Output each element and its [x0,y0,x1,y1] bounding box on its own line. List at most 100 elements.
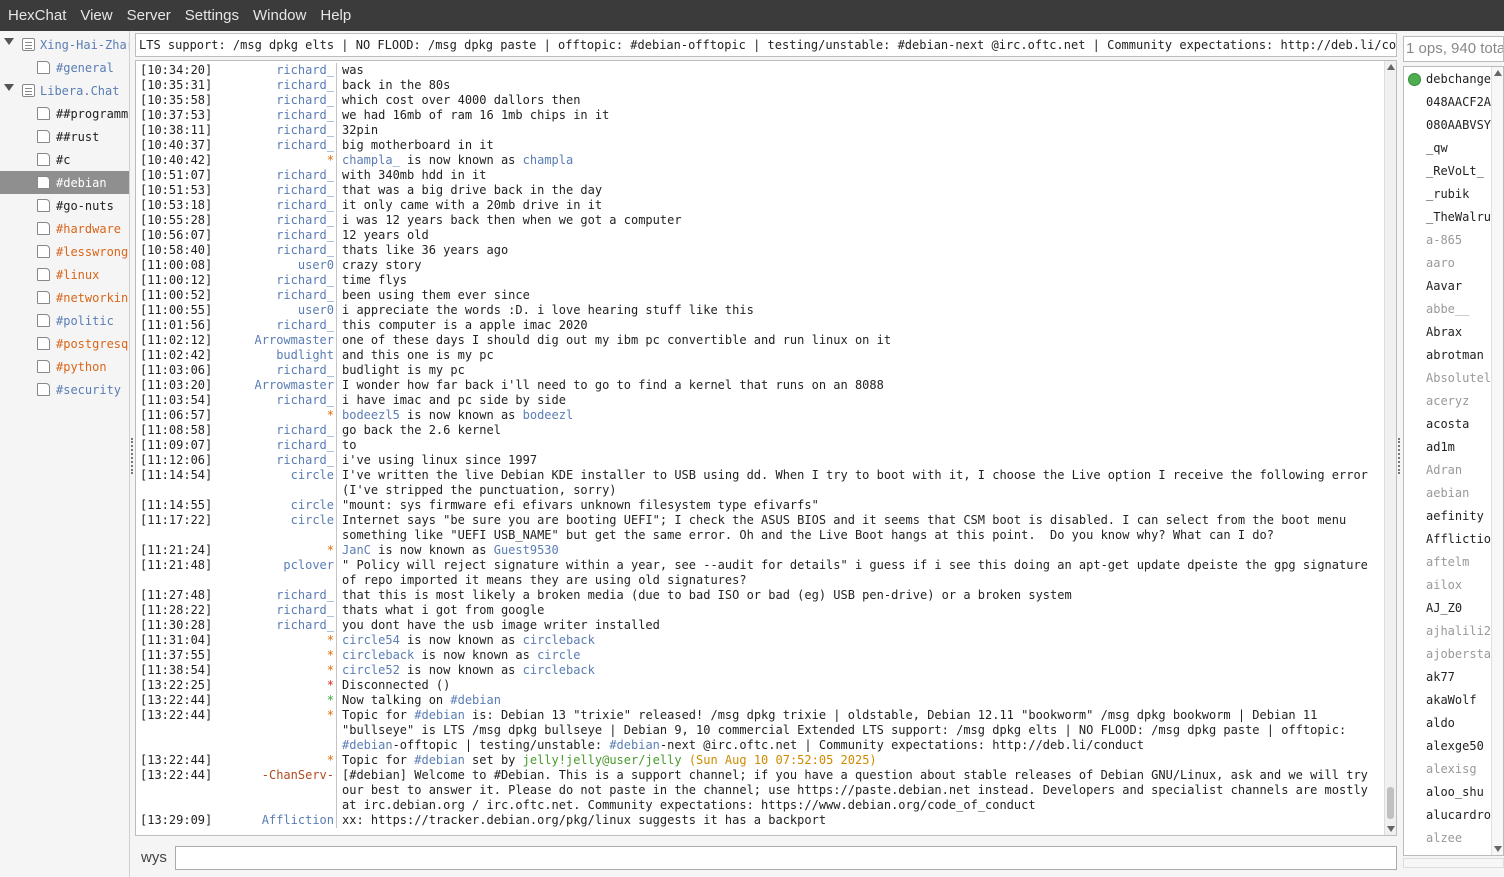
scroll-down-icon[interactable] [1494,846,1502,852]
user-item[interactable]: a-865 [1404,229,1492,252]
user-item[interactable]: alexisg [1404,758,1492,781]
nick-label[interactable]: * [212,753,336,768]
channel-item[interactable]: #python [0,355,129,378]
user-item[interactable]: alzee [1404,827,1492,850]
user-item[interactable]: _ReVoLt_ [1404,160,1492,183]
nick-label[interactable]: richard_ [212,453,336,468]
channel-item[interactable]: #lesswrong [0,240,129,263]
nick-label[interactable]: richard_ [212,243,336,258]
nick-label[interactable]: richard_ [212,198,336,213]
nick-label[interactable]: richard_ [212,423,336,438]
nick-label[interactable]: richard_ [212,228,336,243]
nick-label[interactable]: richard_ [212,138,336,153]
nick-label[interactable]: * [212,408,336,423]
message-input[interactable] [175,846,1397,870]
user-item[interactable]: Aavar [1404,275,1492,298]
pane-grip-left[interactable] [131,438,133,474]
user-item[interactable]: abbe__ [1404,298,1492,321]
nick-label[interactable]: * [212,648,336,663]
scroll-up-icon[interactable] [1494,70,1502,76]
user-item[interactable]: aloo_shu [1404,781,1492,804]
nick-label[interactable]: richard_ [212,273,336,288]
nick-label[interactable]: richard_ [212,168,336,183]
user-item[interactable]: alucardro [1404,804,1492,827]
expander-arrow-icon[interactable] [4,84,14,91]
nick-label[interactable]: * [212,633,336,648]
user-item[interactable]: aceryz [1404,390,1492,413]
user-item[interactable]: AJ_Z0 [1404,597,1492,620]
user-item[interactable]: aefinity [1404,505,1492,528]
userlist-hscrollbar[interactable] [1403,858,1504,868]
nick-label[interactable]: Arrowmaster [212,333,336,348]
nick-label[interactable]: richard_ [212,108,336,123]
topic-bar[interactable]: LTS support: /msg dpkg elts | NO FLOOD: … [135,33,1397,57]
channel-item[interactable]: #debian [0,171,129,194]
nick-label[interactable]: * [212,663,336,678]
user-item[interactable]: ad1m [1404,436,1492,459]
nick-button[interactable]: wys [141,849,167,866]
user-item[interactable]: Abrax [1404,321,1492,344]
user-item[interactable]: 048AACF2A [1404,91,1492,114]
nick-label[interactable]: circle [212,513,336,543]
chat-view[interactable]: [10:34:20] richard_ was [10:35:31] richard_ b… [135,60,1397,836]
channel-item[interactable]: ##rust [0,125,129,148]
user-item[interactable]: akaWolf [1404,689,1492,712]
nick-label[interactable]: * [212,543,336,558]
nick-label[interactable]: user0 [212,303,336,318]
nick-label[interactable]: budlight [212,348,336,363]
menu-hexchat[interactable]: HexChat [8,7,66,24]
user-item[interactable]: Afflictio [1404,528,1492,551]
menu-window[interactable]: Window [253,7,306,24]
channel-item[interactable]: #general [0,56,129,79]
nick-label[interactable]: richard_ [212,213,336,228]
nick-label[interactable]: * [212,693,336,708]
channel-item[interactable]: #c [0,148,129,171]
server-node[interactable]: Xing-Hai-Zhar [0,33,129,56]
server-node[interactable]: Libera.Chat [0,79,129,102]
channel-item[interactable]: #politic [0,309,129,332]
menu-server[interactable]: Server [127,7,171,24]
user-item[interactable]: Absolutel [1404,367,1492,390]
nick-label[interactable]: Affliction [212,813,336,828]
user-item[interactable]: alexge50 [1404,735,1492,758]
user-item[interactable]: aebian [1404,482,1492,505]
user-item[interactable]: acosta [1404,413,1492,436]
channel-item[interactable]: #linux [0,263,129,286]
scroll-up-icon[interactable] [1387,64,1395,70]
user-item[interactable]: _rubik [1404,183,1492,206]
channel-item[interactable]: #postgresq [0,332,129,355]
chat-scrollbar[interactable] [1384,61,1396,835]
user-item[interactable]: ajhalili2 [1404,620,1492,643]
user-item[interactable]: _qw [1404,137,1492,160]
nick-label[interactable]: * [212,153,336,168]
channel-item[interactable]: #go-nuts [0,194,129,217]
nick-label[interactable]: richard_ [212,78,336,93]
menu-help[interactable]: Help [320,7,351,24]
user-item[interactable]: ailox [1404,574,1492,597]
nick-label[interactable]: circle [212,468,336,498]
channel-item[interactable]: #networkin [0,286,129,309]
nick-label[interactable]: richard_ [212,363,336,378]
user-list[interactable]: debchange 048AACF2A 080AABVSY _qw _ReVoLt_ _r… [1403,66,1504,856]
user-item[interactable]: _TheWalru [1404,206,1492,229]
userlist-scrollbar[interactable] [1491,67,1503,855]
user-item[interactable]: ak77 [1404,666,1492,689]
nick-label[interactable]: richard_ [212,93,336,108]
nick-label[interactable]: richard_ [212,438,336,453]
nick-label[interactable]: -ChanServ- [212,768,336,813]
scroll-thumb[interactable] [1387,787,1394,819]
channel-item[interactable]: ##programm [0,102,129,125]
nick-label[interactable]: circle [212,498,336,513]
nick-label[interactable]: richard_ [212,288,336,303]
channel-item[interactable]: #hardware [0,217,129,240]
user-item[interactable]: Adran [1404,459,1492,482]
user-item[interactable]: aftelm [1404,551,1492,574]
user-item[interactable]: 080AABVSY [1404,114,1492,137]
nick-label[interactable]: pclover [212,558,336,588]
nick-label[interactable]: user0 [212,258,336,273]
nick-label[interactable]: richard_ [212,393,336,408]
nick-label[interactable]: richard_ [212,603,336,618]
nick-label[interactable]: richard_ [212,183,336,198]
nick-label[interactable]: Arrowmaster [212,378,336,393]
nick-label[interactable]: richard_ [212,318,336,333]
